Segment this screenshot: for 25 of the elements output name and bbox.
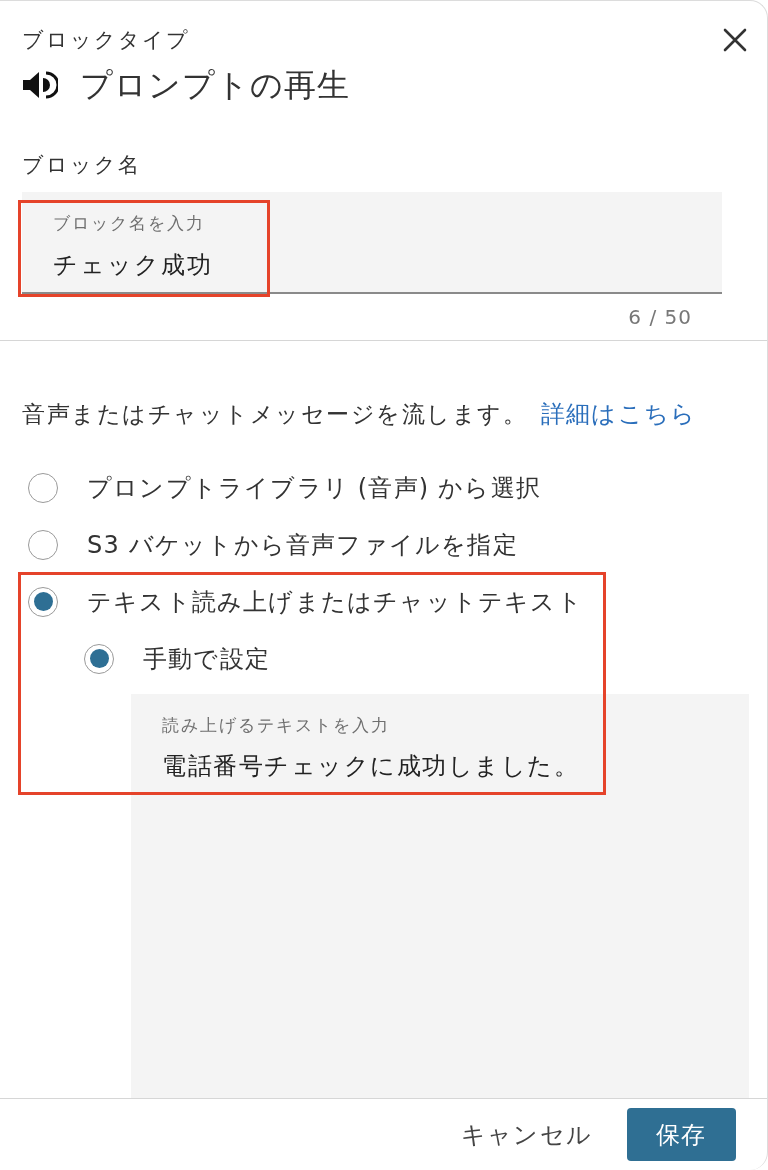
- block-title: プロンプトの再生: [80, 65, 350, 105]
- text-area-field[interactable]: 読み上げるテキストを入力 電話番号チェックに成功しました。: [131, 694, 749, 1098]
- field-label: ブロック名: [22, 152, 141, 179]
- radio-button[interactable]: [28, 529, 58, 560]
- description-text: 音声またはチャットメッセージを流します。: [22, 400, 527, 429]
- radio-button[interactable]: [28, 472, 58, 503]
- input-value: チェック成功: [53, 250, 213, 280]
- floating-label: 読み上げるテキストを入力: [162, 714, 390, 736]
- close-icon: [723, 28, 747, 52]
- details-link[interactable]: 詳細はこちら: [541, 399, 697, 429]
- close-button[interactable]: [723, 28, 747, 52]
- character-counter: 6 / 50: [628, 305, 692, 329]
- name-input-field[interactable]: ブロック名を入力 チェック成功: [22, 192, 722, 294]
- save-button[interactable]: 保存: [627, 1108, 736, 1161]
- cancel-button[interactable]: キャンセル: [449, 1108, 604, 1161]
- radio-button[interactable]: [28, 586, 58, 617]
- speaker-icon: [22, 69, 58, 101]
- option-label[interactable]: プロンプトライブラリ (音声) から選択: [87, 471, 541, 504]
- option-label[interactable]: テキスト読み上げまたはチャットテキスト: [87, 585, 583, 618]
- option-label[interactable]: S3 バケットから音声ファイルを指定: [87, 528, 518, 561]
- input-value: 電話番号チェックに成功しました。: [162, 751, 579, 782]
- option-label[interactable]: 手動で設定: [143, 642, 270, 675]
- block-type-caption: ブロックタイプ: [22, 27, 190, 54]
- floating-label: ブロック名を入力: [53, 212, 205, 234]
- radio-button[interactable]: [84, 643, 114, 674]
